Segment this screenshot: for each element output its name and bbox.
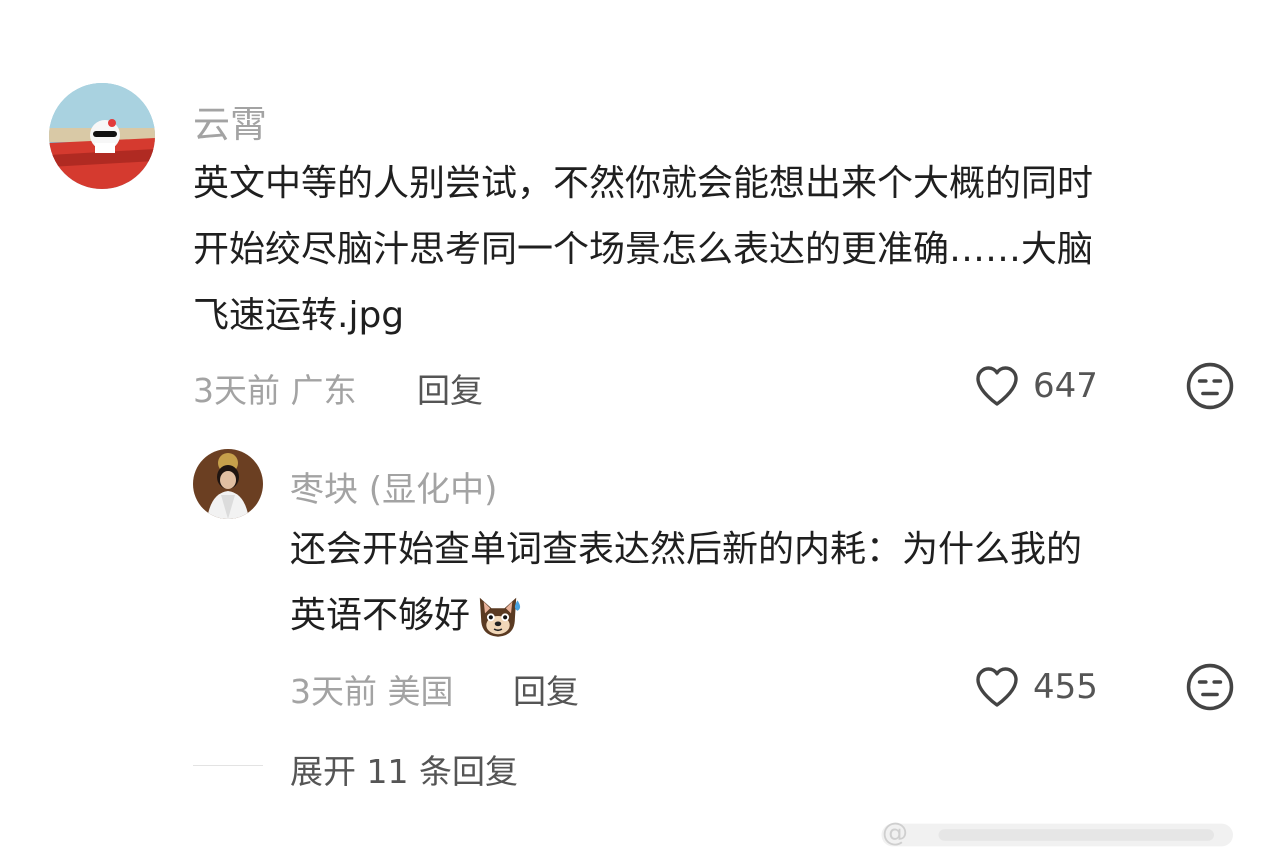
heart-icon[interactable] <box>972 663 1022 711</box>
like-count: 647 <box>1033 366 1098 406</box>
reply-text-line: 还会开始查单词查表达然后新的内耗：为什么我的 <box>290 529 1083 570</box>
expand-divider <box>193 765 263 766</box>
comment-meta: 3天前 广东 <box>193 371 357 410</box>
watermark-icon <box>881 823 1233 847</box>
comment-text-line: 英文中等的人别尝试，不然你就会能想出来个大概的同时 <box>193 163 1094 204</box>
reply-text-line-content: 英语不够好 <box>290 595 471 636</box>
watermark-text: @ <box>882 818 908 848</box>
comment-text-line: 开始绞尽脑汁思考同一个场景怎么表达的更准确……大脑 <box>193 229 1094 270</box>
reply-button[interactable]: 回复 <box>513 665 579 713</box>
reply-meta: 3天前 美国 <box>290 672 454 711</box>
avatar[interactable] <box>49 83 155 189</box>
expand-replies-button[interactable]: 展开 11 条回复 <box>290 745 518 793</box>
comment-username[interactable]: 云霄 <box>193 94 267 148</box>
reply-avatar[interactable] <box>193 449 263 519</box>
dislike-face-icon[interactable] <box>1185 662 1235 712</box>
reply-text: 还会开始查单词查表达然后新的内耗：为什么我的 英语不够好 <box>290 517 1082 649</box>
reply-username[interactable]: 枣块 (显化中) <box>290 462 497 511</box>
dislike-face-icon[interactable] <box>1185 361 1235 411</box>
heart-icon[interactable] <box>972 362 1022 410</box>
comment-text: 英文中等的人别尝试，不然你就会能想出来个大概的同时 开始绞尽脑汁思考同一个场景怎… <box>193 151 1093 349</box>
reply-text-line: 英语不够好 <box>290 583 1082 649</box>
like-count: 455 <box>1033 667 1098 707</box>
comment-text-line: 飞速运转.jpg <box>193 295 405 336</box>
reply-button[interactable]: 回复 <box>417 364 483 412</box>
dog-sweat-emoji <box>479 597 521 637</box>
